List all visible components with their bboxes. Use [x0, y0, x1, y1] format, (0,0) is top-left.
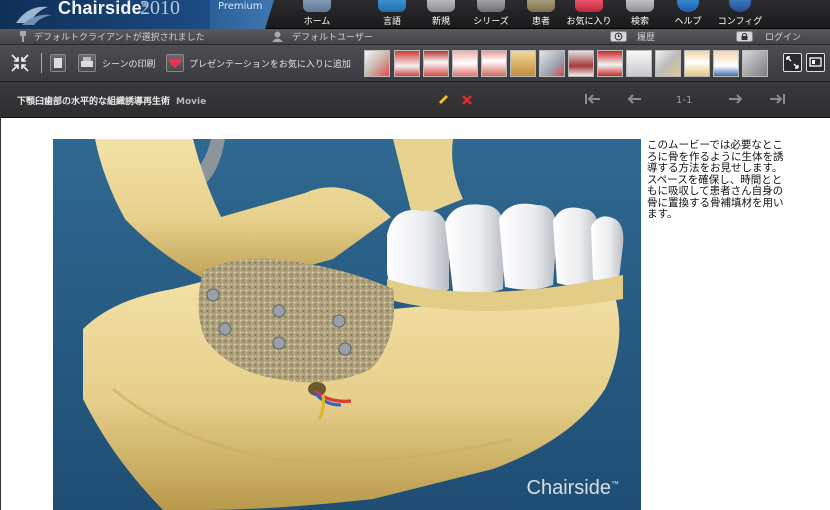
thumbnail-smile[interactable] [452, 50, 478, 77]
config-icon [729, 0, 751, 12]
nav-language-label: 言語 [382, 17, 401, 27]
first-page-button[interactable] [584, 93, 602, 109]
top-navigation-bar: Chairside® 2010 Premium ホーム 言語 新規 シリーズ 患… [0, 0, 830, 29]
expand-icon [786, 56, 799, 69]
thumbnail-hand[interactable] [713, 50, 739, 77]
thumbnail-red-crowns[interactable] [597, 50, 623, 77]
thumbnail-red-gum[interactable] [394, 50, 420, 77]
nav-favorites[interactable]: お気に入り [566, 0, 612, 29]
patient-icon [527, 0, 555, 12]
nav-new[interactable]: 新規 [418, 0, 464, 29]
nav-language[interactable]: 言語 [369, 0, 415, 29]
heart-icon [168, 58, 182, 68]
fullscreen-button[interactable] [783, 53, 802, 72]
home-icon [303, 0, 331, 12]
thumbnail-teeth-row[interactable] [423, 50, 449, 77]
arrow-left-icon [627, 94, 641, 104]
thumbnail-instrument-tray[interactable] [742, 50, 768, 77]
nav-new-label: 新規 [431, 17, 450, 27]
toolbar-divider [41, 53, 42, 73]
thumbnail-white-teeth[interactable] [626, 50, 652, 77]
delete-x-icon[interactable] [461, 94, 473, 106]
current-user-text[interactable]: デフォルトユーザー [292, 30, 373, 43]
edit-pencil-icon[interactable] [436, 93, 450, 107]
scene-title: 下顎臼歯部の水平的な組織誘導再生術 Movie [17, 94, 206, 107]
movie-player[interactable]: Chairside™ [53, 139, 641, 510]
add-favorite-button[interactable] [166, 54, 184, 72]
scene-title-bar: 下顎臼歯部の水平的な組織誘導再生術 Movie 1-1 [0, 82, 830, 118]
app-logo[interactable]: Chairside® 2010 [0, 0, 210, 29]
search-icon [626, 0, 654, 12]
nav-config[interactable]: コンフィグ [717, 0, 763, 29]
favorites-icon [575, 0, 603, 12]
status-bar: デフォルトクライアントが選択されました デフォルトユーザー 履歴 ログイン [0, 29, 830, 45]
collapse-view-button[interactable] [10, 53, 30, 73]
new-icon [427, 0, 455, 12]
scene-description: このムービーでは必要なところに骨を作るように生体を誘導する方法をお見せします。ス… [647, 139, 784, 220]
print-scene-label[interactable]: シーンの印刷 [102, 57, 156, 70]
brand-year: 2010 [140, 0, 180, 19]
nav-search[interactable]: 検索 [617, 0, 663, 29]
series-icon [477, 0, 505, 12]
add-favorite-label[interactable]: プレゼンテーションをお気に入りに追加 [189, 57, 351, 70]
thumbnail-nerve[interactable] [684, 50, 710, 77]
first-page-icon [585, 94, 600, 104]
document-button[interactable] [50, 54, 66, 72]
nav-help[interactable]: ヘルプ [665, 0, 711, 29]
nav-home-label: ホーム [303, 17, 331, 27]
print-scene-button[interactable] [78, 54, 96, 72]
nav-patient[interactable]: 患者 [518, 0, 564, 29]
scene-toolbar: シーンの印刷 プレゼンテーションをお気に入りに追加 [0, 45, 830, 82]
lock-icon [736, 31, 753, 42]
nav-series[interactable]: シリーズ [468, 0, 514, 29]
last-page-button[interactable] [768, 93, 786, 109]
thumbnail-bridge[interactable] [568, 50, 594, 77]
previous-page-button[interactable] [626, 93, 642, 109]
user-icon [272, 31, 283, 42]
pin-icon [20, 31, 26, 42]
next-page-button[interactable] [728, 93, 744, 109]
app-window: Chairside® 2010 Premium ホーム 言語 新規 シリーズ 患… [0, 0, 830, 510]
chairside-watermark: Chairside™ [526, 477, 619, 499]
jaw-bone-graft-illustration [53, 139, 641, 510]
nav-help-label: ヘルプ [674, 17, 702, 27]
history-link[interactable]: 履歴 [637, 30, 655, 43]
last-page-icon [770, 94, 785, 104]
presentation-mode-button[interactable] [806, 53, 825, 72]
presentation-icon [809, 57, 822, 67]
thumbnail-gum-lift[interactable] [481, 50, 507, 77]
language-icon [378, 0, 406, 12]
content-area: Chairside™ このムービーでは必要なところに骨を作るように生体を誘導する… [0, 118, 830, 510]
print-icon [81, 57, 93, 67]
nav-patient-label: 患者 [531, 17, 550, 27]
collapse-icon [11, 54, 29, 72]
nav-favorites-label: お気に入り [566, 17, 612, 27]
thumbnail-roots[interactable] [510, 50, 536, 77]
document-icon [54, 58, 62, 68]
thumbnail-clamp[interactable] [655, 50, 681, 77]
brand-name: Chairside® [58, 0, 148, 18]
selected-client-text[interactable]: デフォルトクライアントが選択されました [34, 30, 205, 43]
arrow-right-icon [729, 94, 743, 104]
login-link[interactable]: ログイン [765, 30, 801, 43]
nav-config-label: コンフィグ [717, 17, 763, 27]
clock-icon [610, 31, 627, 42]
edition-label: Premium [210, 0, 274, 29]
chairside-logo-icon [16, 6, 52, 25]
page-counter: 1-1 [676, 95, 693, 106]
help-icon [677, 0, 699, 12]
nav-search-label: 検索 [630, 17, 649, 27]
nav-series-label: シリーズ [473, 17, 509, 27]
scene-title-text: 下顎臼歯部の水平的な組織誘導再生術 [17, 97, 171, 107]
scene-media-type: Movie [176, 97, 207, 107]
thumbnail-instrument[interactable] [364, 50, 390, 77]
thumbnail-tools[interactable] [539, 50, 565, 77]
nav-home[interactable]: ホーム [294, 0, 340, 29]
